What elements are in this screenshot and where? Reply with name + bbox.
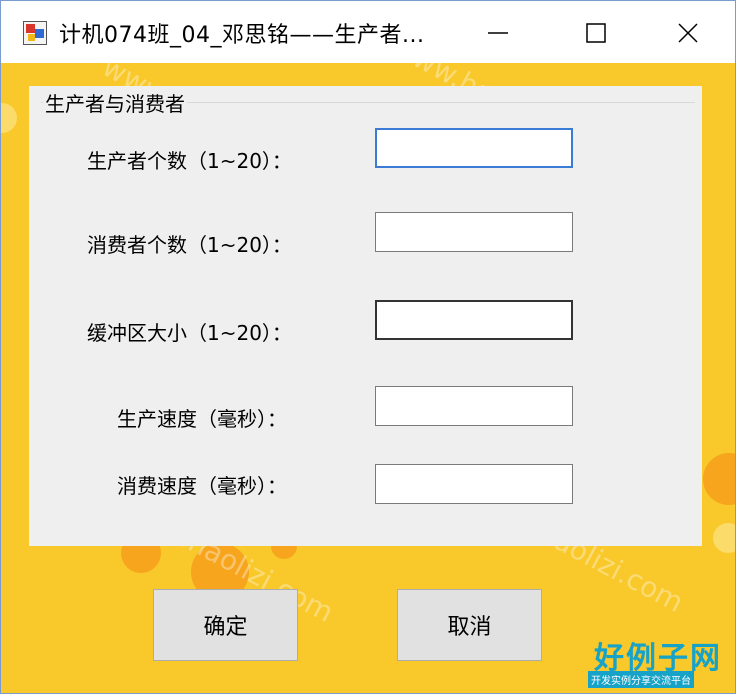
app-window: 计机074班_04_邓思铭——生产者... www.haolizi.com ww… bbox=[0, 0, 736, 694]
minimize-icon bbox=[488, 32, 508, 34]
title-bar[interactable]: 计机074班_04_邓思铭——生产者... bbox=[1, 1, 735, 63]
consumer-count-input[interactable] bbox=[375, 212, 573, 252]
produce-speed-label: 生产速度（毫秒）： bbox=[117, 407, 287, 431]
minimize-button[interactable] bbox=[475, 11, 521, 55]
logo-sub-text: 开发实例分享交流平台 bbox=[588, 671, 694, 688]
producer-count-label: 生产者个数（1~20）： bbox=[87, 149, 292, 173]
window-title: 计机074班_04_邓思铭——生产者... bbox=[59, 23, 425, 48]
background-dot bbox=[713, 523, 735, 553]
close-icon bbox=[678, 23, 698, 43]
consumer-count-label: 消费者个数（1~20）： bbox=[87, 233, 292, 257]
maximize-button[interactable] bbox=[573, 11, 619, 55]
group-title: 生产者与消费者 bbox=[43, 88, 187, 117]
consume-speed-input[interactable] bbox=[375, 464, 573, 504]
producer-count-input[interactable] bbox=[375, 128, 573, 168]
produce-speed-input[interactable] bbox=[375, 386, 573, 426]
form-client-area: www.haolizi.com www.haolizi.com www.haol… bbox=[1, 63, 735, 693]
cancel-button[interactable]: 取消 bbox=[397, 589, 542, 661]
background-dot bbox=[703, 453, 735, 505]
consume-speed-label: 消费速度（毫秒）： bbox=[117, 474, 287, 498]
buffer-size-input[interactable] bbox=[375, 300, 573, 340]
close-button[interactable] bbox=[665, 11, 711, 55]
maximize-icon bbox=[586, 23, 606, 43]
settings-panel: 生产者与消费者 生产者个数（1~20）： 消费者个数（1~20）： 缓冲区大小（… bbox=[29, 86, 702, 546]
buffer-size-label: 缓冲区大小（1~20）： bbox=[87, 321, 292, 345]
background-dot bbox=[1, 103, 17, 133]
app-icon bbox=[23, 21, 47, 45]
site-logo: 好例子网 开发实例分享交流平台 bbox=[586, 633, 720, 691]
ok-button[interactable]: 确定 bbox=[153, 589, 298, 661]
